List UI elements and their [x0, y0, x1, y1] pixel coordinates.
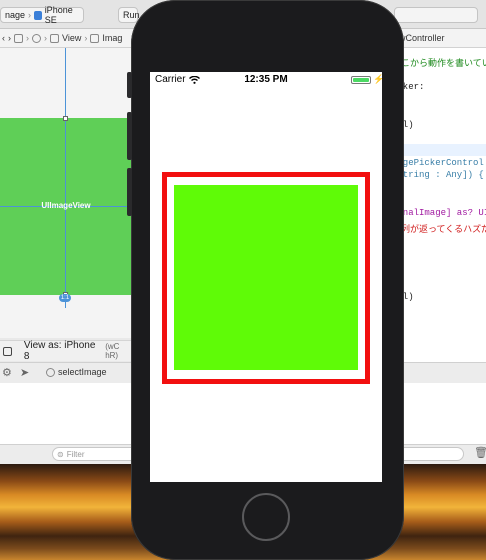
filter-placeholder: Filter — [66, 449, 85, 459]
uiimageview-label: UIImageView — [41, 201, 91, 210]
activity-field — [394, 7, 478, 23]
code-line: [String : Any]) { — [392, 170, 484, 180]
resize-handle[interactable] — [63, 116, 68, 121]
chevron-right-icon[interactable]: › — [8, 33, 11, 43]
chevron-left-icon[interactable]: ‹ — [2, 33, 5, 43]
jump-bar-item-view[interactable]: View — [62, 33, 81, 43]
select-icon — [46, 368, 55, 377]
run-status-text: Run — [123, 10, 140, 20]
imageview-icon — [90, 33, 100, 43]
breadcrumb-image: nage — [5, 10, 26, 20]
mute-switch[interactable] — [127, 72, 132, 98]
select-label[interactable]: selectImage — [58, 367, 107, 377]
chevron-right-icon: › — [26, 33, 29, 43]
trash-icon[interactable]: 🗑 — [474, 446, 486, 459]
code-line: ginalImage] as? UI — [392, 208, 486, 218]
volume-down-button[interactable] — [127, 168, 132, 216]
battery-icon — [351, 76, 371, 84]
filter-icon: ⊜ — [57, 449, 64, 459]
jump-bar-item-image[interactable]: Imag — [102, 33, 122, 43]
size-badge: 1:1 — [59, 294, 71, 302]
run-status-field[interactable]: Run — [118, 7, 140, 23]
device-name: iPhone SE — [44, 5, 73, 25]
variables-icon[interactable]: ⚙ — [2, 366, 12, 379]
jump-bar-controls[interactable]: ‹ › › › View › Imag — [2, 32, 122, 44]
volume-up-button[interactable] — [127, 112, 132, 160]
code-line: magePickerControl — [392, 158, 484, 168]
charging-bolt-icon: ⚡ — [373, 74, 382, 84]
scene-icon — [32, 33, 41, 43]
chevron-right-icon: › — [84, 33, 88, 43]
view-as-label[interactable]: View as: iPhone 8 — [24, 340, 102, 362]
view-as-bar: View as: iPhone 8 (wC hR) — [0, 340, 134, 362]
size-class-label: (wC hR) — [105, 342, 120, 360]
home-button[interactable] — [242, 493, 290, 541]
code-line: 配列が返ってくるハズだ — [392, 225, 486, 235]
view-icon — [50, 33, 59, 43]
storyboard-icon — [14, 33, 23, 43]
scheme-selector[interactable]: nage › iPhone SE — [0, 5, 84, 25]
location-icon[interactable]: ➤ — [20, 366, 29, 379]
chevron-right-icon: › — [44, 33, 47, 43]
device-icon — [34, 10, 42, 20]
code-line: ここから動作を書いてい — [392, 59, 486, 69]
alignment-guide-vertical — [65, 48, 66, 308]
chevron-right-icon: › — [28, 10, 32, 20]
status-time: 12:35 PM — [244, 74, 288, 85]
selected-image-view[interactable] — [174, 185, 358, 370]
document-outline-icon[interactable] — [3, 346, 12, 356]
